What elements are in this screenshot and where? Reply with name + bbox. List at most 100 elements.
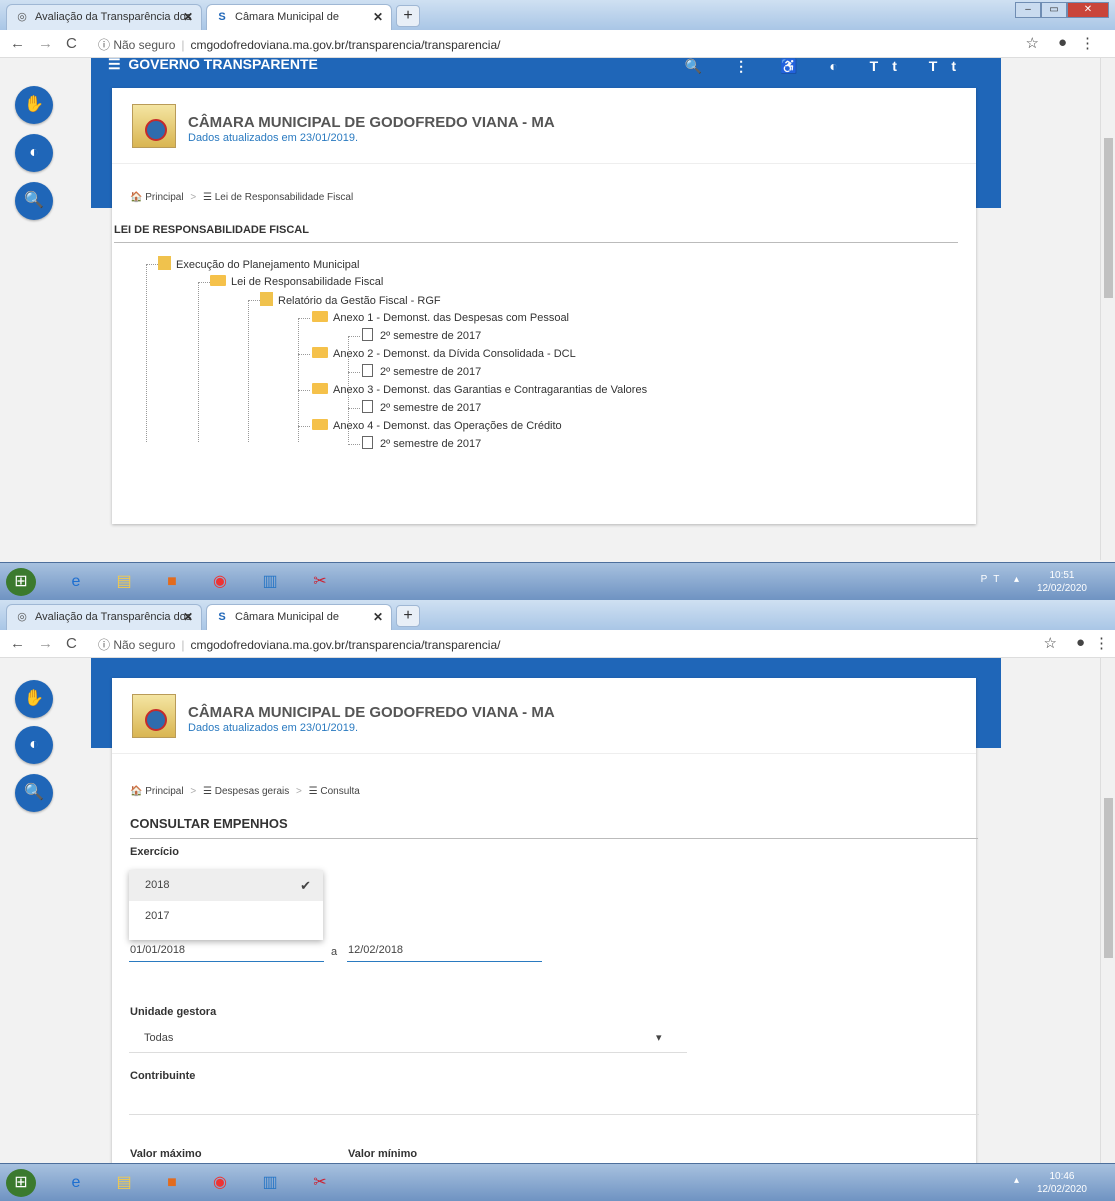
breadcrumb-home[interactable]: Principal (145, 786, 183, 797)
outlook-icon[interactable]: ■ (152, 568, 192, 596)
contrast-icon[interactable]: ◐ (15, 726, 53, 764)
close-icon[interactable]: ✕ (373, 605, 383, 629)
chevron-down-icon[interactable]: ▾ (656, 1030, 662, 1050)
date-to-input[interactable]: 12/02/2018 (348, 942, 542, 962)
reload-button[interactable]: C (66, 635, 77, 652)
section-title: CONSULTAR EMPENHOS (130, 816, 288, 831)
account-icon[interactable]: ● (1076, 634, 1085, 651)
screenshot-2: ◎ Avaliação da Transparência dos ✕ S Câm… (0, 600, 1115, 1201)
tree-label: Relatório da Gestão Fiscal - RGF (278, 295, 441, 307)
folder-icon[interactable]: ▤ (104, 1169, 144, 1197)
forward-button[interactable]: → (38, 35, 53, 52)
close-icon[interactable]: ✕ (183, 605, 193, 629)
url-field[interactable]: ⓘ Não seguro | cmgodofredoviana.ma.gov.br/… (98, 636, 500, 653)
system-tray[interactable]: PT ▴ (981, 574, 1025, 585)
tree-node-annex-4[interactable]: Anexo 4 - Demonst. das Operações de Créd… (312, 418, 562, 434)
account-icon[interactable]: ● (1058, 34, 1067, 51)
tree-leaf[interactable]: 2º semestre de 2017 (362, 364, 481, 380)
sign-language-icon[interactable]: ✋ (15, 680, 53, 718)
start-icon[interactable]: ⊞ (6, 1169, 36, 1197)
minimize-button[interactable]: – (1015, 2, 1041, 18)
chrome-icon[interactable]: ◉ (200, 1169, 240, 1197)
tree-node-rgf[interactable]: Relatório da Gestão Fiscal - RGF (260, 292, 441, 308)
tab-avaliacao[interactable]: ◎ Avaliação da Transparência dos ✕ (6, 604, 202, 630)
forward-button[interactable]: → (38, 635, 53, 652)
scroll-thumb[interactable] (1104, 798, 1113, 958)
zoom-icon[interactable]: 🔍 (15, 182, 53, 220)
document-app-icon[interactable]: ▥ (250, 1169, 290, 1197)
section-title: LEI DE RESPONSABILIDADE FISCAL (114, 224, 309, 236)
menu-icon[interactable]: ⋮ (1080, 34, 1095, 52)
star-icon[interactable]: ☆ (1044, 634, 1057, 652)
coat-of-arms-logo (132, 694, 176, 738)
date-from-underline (129, 961, 324, 962)
date-from-input[interactable]: 01/01/2018 (130, 942, 324, 962)
document-icon (362, 364, 373, 377)
close-icon[interactable]: ✕ (373, 5, 383, 29)
close-icon[interactable]: ✕ (183, 5, 193, 29)
exercicio-dropdown[interactable]: 2018 ✔ 2017 (129, 870, 323, 940)
back-button[interactable]: ← (10, 35, 25, 52)
contribuinte-underline[interactable] (129, 1114, 979, 1115)
menu-icon[interactable]: ⋮ (1094, 634, 1109, 652)
breadcrumb-current: Consulta (320, 786, 360, 797)
tab-title: Avaliação da Transparência dos (35, 11, 192, 23)
org-name: CÂMARA MUNICIPAL DE GODOFREDO VIANA - MA (188, 114, 555, 131)
list-icon: ☰ (203, 192, 212, 203)
ie-icon[interactable]: e (56, 568, 96, 596)
chrome-icon[interactable]: ◉ (200, 568, 240, 596)
tree-label: Anexo 3 - Demonst. das Garantias e Contr… (333, 384, 648, 396)
document-app-icon[interactable]: ▥ (250, 568, 290, 596)
unidade-label: Unidade gestora (130, 1006, 217, 1018)
tree-leaf[interactable]: 2º semestre de 2017 (362, 400, 481, 416)
zoom-icon[interactable]: 🔍 (15, 774, 53, 812)
address-bar: ← → C ⓘ Não seguro | cmgodofredoviana.ma.g… (0, 30, 1115, 58)
folder-doc-icon (260, 292, 273, 306)
scroll-thumb[interactable] (1104, 138, 1113, 298)
header-toolbar[interactable]: 🔍 ⋮ ♿ ◐ Tt Tt (685, 58, 970, 75)
star-icon[interactable]: ☆ (1026, 34, 1039, 52)
tree-node-lrf[interactable]: Lei de Responsabilidade Fiscal (210, 274, 383, 290)
tab-avaliacao[interactable]: ◎ Avaliação da Transparência dos ✕ (6, 4, 202, 30)
tree-node-annex-3[interactable]: Anexo 3 - Demonst. das Garantias e Contr… (312, 382, 647, 398)
scrollbar[interactable] (1100, 658, 1115, 1163)
list-icon: ☰ (308, 786, 318, 797)
new-tab-button[interactable]: + (396, 605, 420, 627)
unidade-select[interactable]: Todas (144, 1030, 173, 1050)
option-2017[interactable]: 2017 (129, 901, 323, 932)
folder-icon[interactable]: ▤ (104, 568, 144, 596)
snipping-tool-icon[interactable]: ✂ (300, 568, 340, 596)
tree-leaf[interactable]: 2º semestre de 2017 (362, 436, 481, 452)
outlook-icon[interactable]: ■ (152, 1169, 192, 1197)
option-2018[interactable]: 2018 ✔ (129, 870, 323, 901)
breadcrumb-despesas[interactable]: Despesas gerais (215, 786, 289, 797)
folder-open-icon (312, 347, 328, 358)
ie-icon[interactable]: e (56, 1169, 96, 1197)
tree-node-annex-2[interactable]: Anexo 2 - Demonst. da Dívida Consolidada… (312, 346, 576, 362)
breadcrumb-home[interactable]: Principal (145, 192, 183, 203)
folder-open-icon (312, 383, 328, 394)
window-close-button[interactable]: ✕ (1067, 2, 1109, 18)
maximize-button[interactable]: ▭ (1041, 2, 1067, 18)
tree-node-annex-1[interactable]: Anexo 1 - Demonst. das Despesas com Pess… (312, 310, 569, 326)
document-icon (362, 436, 373, 449)
url-field[interactable]: ⓘ Não seguro | cmgodofredoviana.ma.gov.br/… (98, 36, 500, 53)
tree-leaf[interactable]: 2º semestre de 2017 (362, 328, 481, 344)
tab-camara[interactable]: S Câmara Municipal de Godofredo ✕ (206, 604, 392, 647)
system-tray[interactable]: ▴ (1014, 1175, 1025, 1186)
update-date: Dados atualizados em 23/01/2019. (188, 132, 359, 144)
scrollbar[interactable] (1100, 58, 1115, 560)
breadcrumb-current: Lei de Responsabilidade Fiscal (214, 192, 354, 203)
snipping-tool-icon[interactable]: ✂ (300, 1169, 340, 1197)
tree-node-root[interactable]: Execução do Planejamento Municipal (158, 256, 359, 272)
sign-language-icon[interactable]: ✋ (15, 86, 53, 124)
contrast-icon[interactable]: ◐ (15, 134, 53, 172)
tab-bar: ◎ Avaliação da Transparência dos ✕ S Câm… (0, 0, 1115, 47)
start-icon[interactable]: ⊞ (6, 568, 36, 596)
new-tab-button[interactable]: + (396, 5, 420, 27)
window-controls: – ▭ ✕ (1015, 2, 1109, 20)
gov-title[interactable]: ☰ GOVERNO TRANSPARENTE (108, 58, 318, 71)
tab-camara[interactable]: S Câmara Municipal de Godofredo ✕ (206, 4, 392, 47)
back-button[interactable]: ← (10, 635, 25, 652)
reload-button[interactable]: C (66, 35, 77, 52)
